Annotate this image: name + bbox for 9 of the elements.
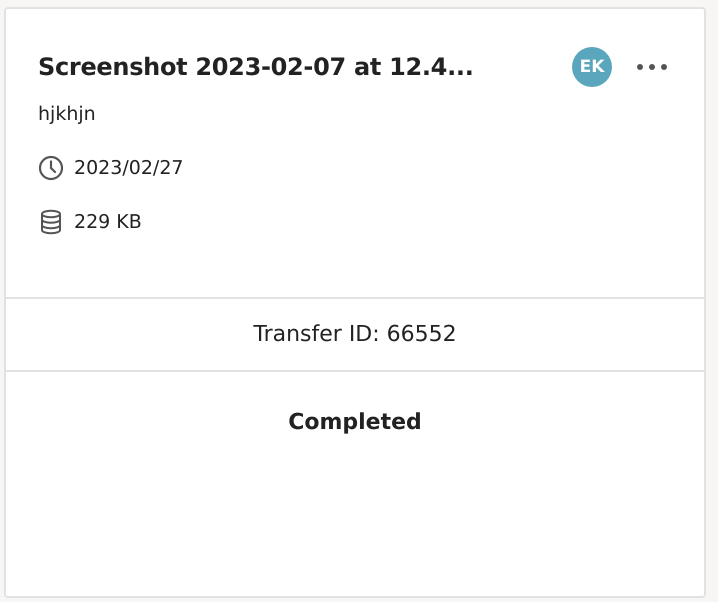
user-avatar: EK bbox=[572, 47, 612, 87]
detail-text: 2023/02/27 bbox=[74, 157, 184, 179]
database-icon bbox=[38, 209, 64, 235]
file-title: Screenshot 2023-02-07 at 12.4... bbox=[38, 53, 475, 81]
status-text: Completed bbox=[288, 410, 422, 435]
detail-text: 229 KB bbox=[74, 211, 142, 233]
file-description: hjkhjn bbox=[38, 103, 97, 125]
clock-icon bbox=[38, 155, 64, 181]
transfer-id: Transfer ID: 66552 bbox=[253, 322, 457, 347]
